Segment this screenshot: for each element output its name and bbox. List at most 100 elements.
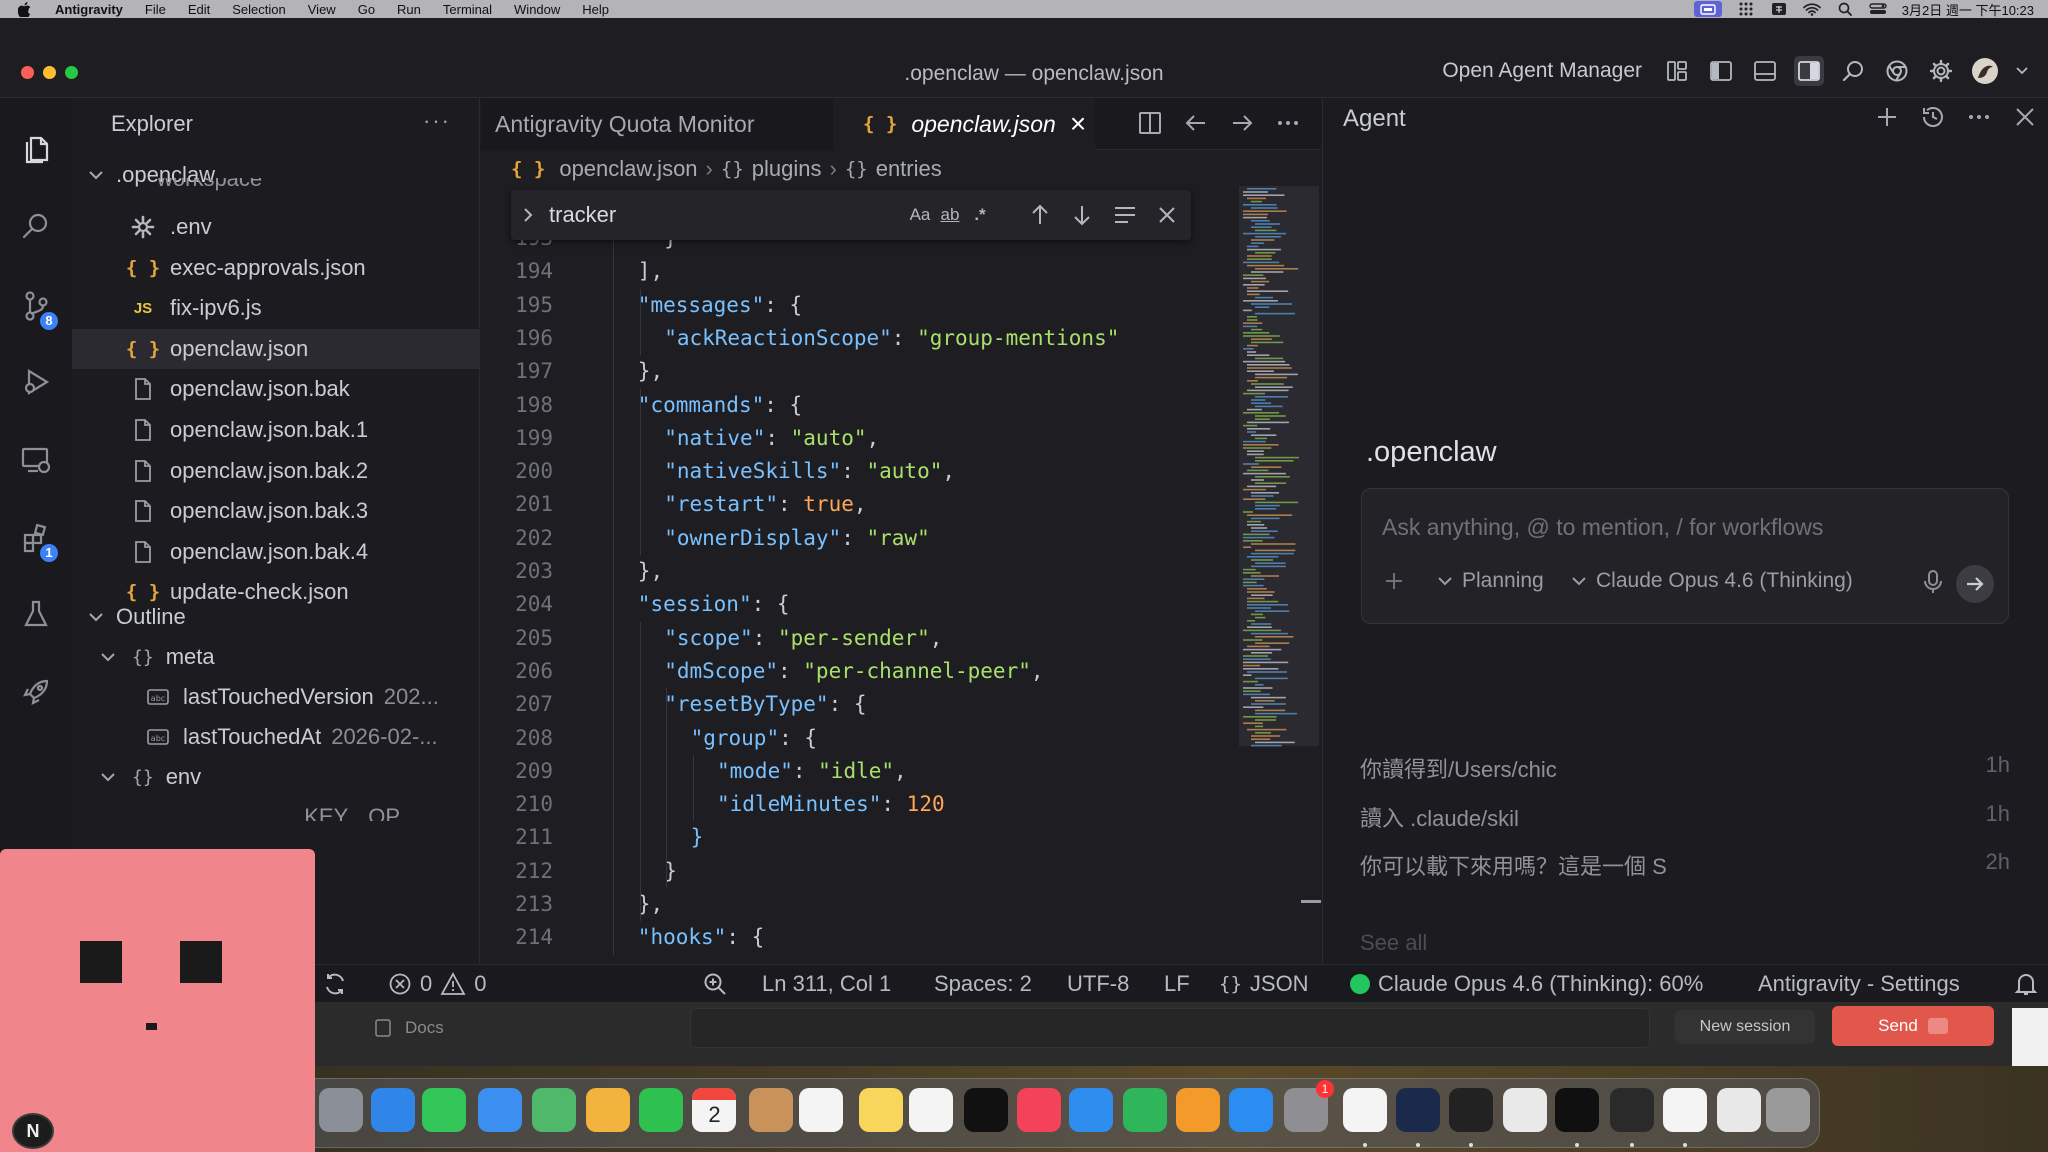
messages-icon[interactable] [422,1088,467,1132]
problems-indicator[interactable]: 0 0 [388,969,487,999]
end-of-line[interactable]: LF [1164,969,1190,999]
file-item[interactable]: openclaw.json.bak.1 [72,410,479,450]
breadcrumb-file[interactable]: openclaw.json [559,156,697,182]
testing-flask-icon[interactable] [16,594,56,634]
file-item[interactable]: { } openclaw.json [72,328,479,369]
next-match-arrow-down-icon[interactable] [1071,203,1093,227]
menu-go[interactable]: Go [347,2,386,17]
file-item[interactable]: openclaw.json.bak.2 [72,451,479,491]
notifications-bell-icon[interactable] [2014,969,2038,999]
close-tab-icon[interactable]: × [1070,108,1086,140]
menu-window[interactable]: Window [503,2,571,17]
spotlight-search-icon[interactable] [1836,2,1854,16]
outline-item-env[interactable]: {} env [72,757,479,797]
apple-tv-icon[interactable] [964,1088,1008,1132]
search-icon[interactable] [1838,56,1868,86]
mode-dropdown[interactable]: Planning [1436,569,1544,593]
photos-icon[interactable] [585,1088,630,1132]
outline-item-last-touched-at[interactable]: abc lastTouchedAt 2026-02-... [72,717,479,757]
toggle-replace-chevron-icon[interactable] [521,206,535,224]
docs-item[interactable]: Docs [375,1018,444,1038]
extensions-icon[interactable]: 1 [16,518,58,562]
explorer-files-icon[interactable] [16,128,56,168]
chrome-alt-icon[interactable] [1663,1088,1708,1132]
arrow-left-icon[interactable] [1183,110,1209,136]
ai-agent-icon[interactable] [1610,1088,1655,1132]
new-session-button[interactable]: New session [1675,1010,1815,1044]
toggle-secondary-sidebar-icon[interactable] [1794,56,1824,86]
more-actions-icon[interactable] [1966,104,1992,130]
split-editor-icon[interactable] [1137,110,1163,136]
tab-antigravity-quota-monitor[interactable]: Antigravity Quota Monitor [481,98,833,150]
conversation-history-item[interactable]: 你可以載下來用嗎？這是一個 S 2h [1360,849,2010,883]
trash-icon[interactable] [1766,1088,1811,1132]
previous-match-arrow-up-icon[interactable] [1029,203,1051,227]
breadcrumb-entries[interactable]: entries [876,156,942,182]
freeform-icon[interactable] [909,1088,954,1132]
open-agent-manager-button[interactable]: Open Agent Manager [1442,59,1642,83]
customize-layout-icon[interactable] [1662,56,1692,86]
conversation-history-item[interactable]: 你讀得到/Users/chic 1h [1360,752,2010,786]
file-item[interactable]: .env [72,207,479,247]
deploy-rocket-icon[interactable] [16,672,56,712]
menu-run[interactable]: Run [386,2,432,17]
send-arrow-button[interactable] [1956,565,1994,603]
toggle-panel-icon[interactable] [1750,56,1780,86]
maps-icon[interactable] [532,1088,577,1132]
match-whole-word-toggle[interactable]: ab [935,205,965,225]
account-chevron-down-icon[interactable] [2014,56,2030,86]
model-dropdown[interactable]: Claude Opus 4.6 (Thinking) [1570,569,1853,593]
screen-record-icon[interactable] [1693,1,1722,17]
system-settings-icon[interactable]: 1 [1283,1080,1334,1132]
outline-item-partial[interactable]: _KEY OP... [72,803,479,821]
reminders-icon[interactable] [799,1088,844,1132]
account-avatar[interactable] [1970,56,2000,86]
file-item[interactable]: JS fix-ipv6.js [72,288,479,328]
antigravity-settings-link[interactable]: Antigravity - Settings [1758,969,1960,999]
file-encoding[interactable]: UTF-8 [1067,969,1129,999]
source-control-icon[interactable]: 8 [16,286,58,330]
indentation-spaces[interactable]: Spaces: 2 [934,969,1032,999]
breadcrumb-plugins[interactable]: plugins [752,156,822,182]
model-usage-indicator[interactable]: Claude Opus 4.6 (Thinking): 60% [1350,969,1703,999]
remote-explorer-icon[interactable] [16,440,56,480]
arrow-right-icon[interactable] [1229,110,1255,136]
explorer-more-actions-button[interactable]: ··· [423,108,451,134]
add-context-plus-icon[interactable] [1382,569,1406,593]
minimap[interactable] [1239,186,1319,1002]
window-app-icon[interactable] [1503,1088,1548,1132]
conversation-history-item[interactable]: 讀入 .claude/skil 1h [1360,801,2010,835]
see-all-link[interactable]: See all [1360,930,1427,956]
outline-item-meta[interactable]: {} meta [72,637,479,677]
numbers-icon[interactable] [1122,1088,1167,1132]
run-debug-icon[interactable] [16,362,56,402]
outline-section-header[interactable]: Outline [72,597,479,637]
use-regex-toggle[interactable]: .* [965,205,995,225]
folder-workspace-partial[interactable]: workspace [72,178,479,198]
toggle-primary-sidebar-icon[interactable] [1706,56,1736,86]
safari-icon[interactable] [371,1088,416,1132]
find-input[interactable] [549,197,769,233]
background-message-input[interactable] [690,1008,1650,1048]
control-center-icon[interactable] [1869,2,1887,16]
file-item[interactable]: openclaw.json.bak [72,369,479,409]
menu-selection[interactable]: Selection [221,2,296,17]
launchpad-icon[interactable] [319,1088,364,1132]
input-method-icon[interactable] [1770,2,1788,16]
menu-help[interactable]: Help [571,2,620,17]
notes-icon[interactable] [858,1088,903,1132]
chrome-icon[interactable] [1343,1088,1388,1132]
match-case-toggle[interactable]: Aa [905,205,935,225]
find-in-selection-icon[interactable] [1113,204,1137,226]
contacts-icon[interactable] [749,1088,794,1132]
microphone-icon[interactable] [1922,569,1944,595]
search-icon[interactable] [16,206,56,246]
more-actions-icon[interactable] [1275,110,1301,136]
code-editor[interactable]: 193}194],195"messages": {196"ackReaction… [481,240,1241,1002]
menu-app-name[interactable]: Antigravity [44,2,134,17]
history-icon[interactable] [1920,104,1946,130]
wifi-icon[interactable] [1802,2,1821,16]
outline-item-last-touched-version[interactable]: abc lastTouchedVersion 202... [72,677,479,717]
n-badge-icon[interactable]: N [12,1113,54,1149]
zoom-in-icon[interactable] [702,969,728,999]
